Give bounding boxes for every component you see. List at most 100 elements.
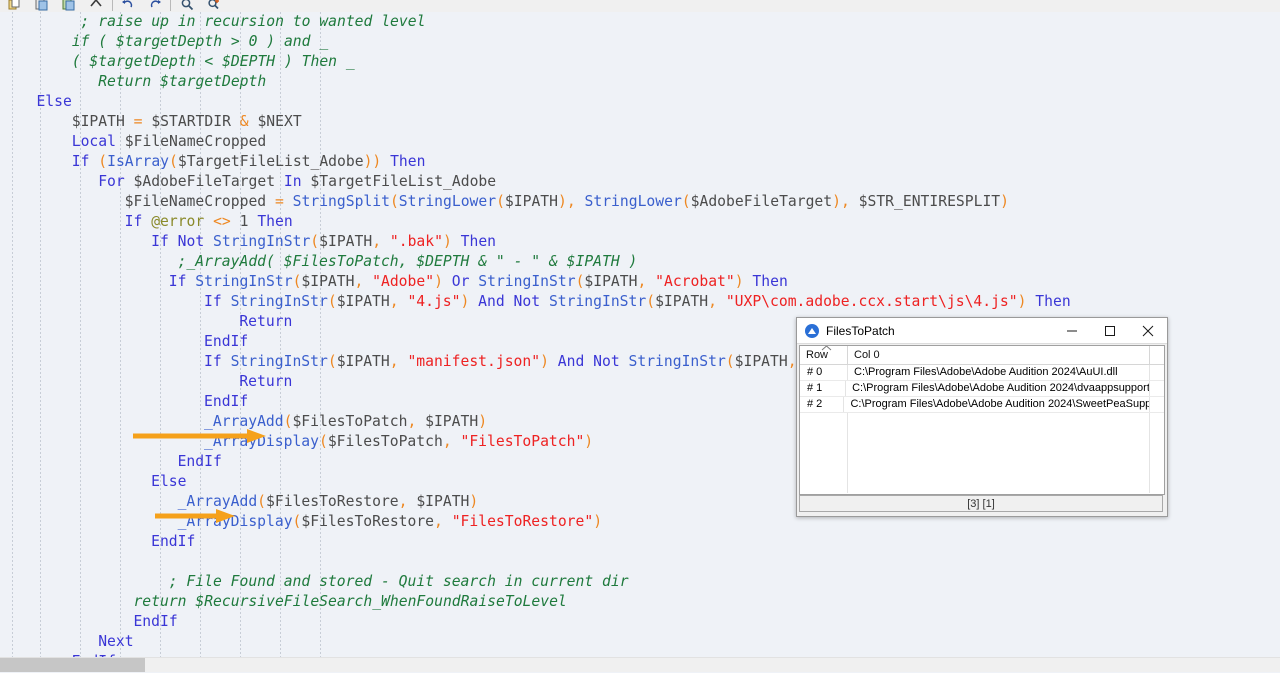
minimize-button[interactable] — [1053, 318, 1091, 343]
cell-col0-value: C:\Program Files\Adobe\Adobe Audition 20… — [844, 397, 1150, 412]
code-token: $FileNameCropped — [115, 133, 267, 150]
code-token: = — [274, 193, 284, 210]
code-line: EndIf — [0, 612, 1097, 632]
code-line: Return $targetDepth — [0, 72, 1097, 92]
array-display-dialog[interactable]: FilesToPatch Row Col 0 # 0 C:\Program Fi… — [796, 317, 1168, 517]
code-token: StringLower — [398, 193, 497, 210]
listview-header[interactable]: Row Col 0 — [800, 346, 1164, 365]
undo-icon[interactable] — [121, 0, 135, 12]
code-token: $FilesToRestore — [301, 513, 435, 530]
cell-row-index: # 0 — [800, 365, 848, 380]
cell-col0-value: C:\Program Files\Adobe\Adobe Audition 20… — [846, 381, 1150, 396]
code-line: Local $FileNameCropped — [0, 132, 1097, 152]
find-next-icon[interactable] — [207, 0, 221, 12]
code-token: And Not — [469, 293, 549, 310]
arrow-files-to-restore — [155, 508, 235, 529]
dialog-status-text: [3] [1] — [967, 497, 995, 510]
code-token: Return — [239, 313, 293, 330]
code-token: $FileNameCropped — [124, 193, 275, 210]
screen: ; raise up in recursion to wanted level i… — [0, 0, 1280, 673]
code-token: If — [71, 153, 90, 170]
code-token: , — [389, 293, 408, 310]
code-token: ".bak" — [389, 233, 443, 250]
header-filler — [1150, 346, 1164, 364]
code-token: And Not — [548, 353, 629, 370]
code-token: if — [71, 33, 90, 50]
code-token: , — [434, 513, 452, 530]
code-token: ; raise up in recursion to wanted level — [80, 13, 426, 30]
dialog-titlebar[interactable]: FilesToPatch — [797, 318, 1167, 344]
code-token: $AdobeFileTarget — [690, 193, 833, 210]
code-token: ) — [469, 493, 479, 510]
horizontal-scrollbar[interactable] — [0, 657, 1280, 672]
cell-row-index: # 2 — [800, 397, 845, 412]
code-token: Local — [71, 133, 116, 150]
code-token: ) — [584, 433, 594, 450]
code-token: ( — [646, 293, 656, 310]
code-token: $IPATH — [734, 353, 788, 370]
code-token: $NEXT — [248, 113, 302, 130]
code-line: Else — [0, 92, 1097, 112]
collapse-icon[interactable] — [89, 0, 103, 12]
code-token: $FilesToRestore — [266, 493, 399, 510]
code-token: If — [124, 213, 143, 230]
paste-special-icon[interactable] — [62, 0, 76, 12]
cell-filler — [1150, 397, 1164, 412]
code-token: If Not — [151, 233, 205, 250]
code-token: "Acrobat" — [655, 273, 735, 290]
cell-filler — [1150, 365, 1164, 380]
code-token: , — [637, 273, 656, 290]
code-line: $IPATH = $STARTDIR & $NEXT — [0, 112, 1097, 132]
code-token: , — [372, 233, 390, 250]
code-line: For $AdobeFileTarget In $TargetFileList_… — [0, 172, 1097, 192]
code-token: ) — [734, 273, 744, 290]
find-icon[interactable] — [180, 0, 194, 12]
code-line: Next — [0, 632, 1097, 652]
code-token: $TargetFileList_Adobe — [177, 153, 364, 170]
code-token: EndIf — [204, 393, 249, 410]
code-token: & — [239, 113, 249, 130]
code-token: ( — [327, 353, 337, 370]
code-token: $IPATH — [336, 293, 390, 310]
paste-icon[interactable] — [35, 0, 49, 12]
code-token: EndIf — [133, 613, 178, 630]
copy-icon[interactable] — [8, 0, 22, 12]
minimize-icon — [1067, 330, 1077, 331]
code-line: ; File Found and stored - Quit search in… — [0, 572, 1097, 592]
code-token: , — [442, 433, 461, 450]
arrow-files-to-patch — [133, 428, 266, 449]
code-token: return $RecursiveFileSearch_WhenFoundRai… — [133, 593, 567, 610]
code-token: "FilesToRestore" — [451, 513, 594, 530]
cell-filler — [1150, 381, 1164, 396]
table-row[interactable]: # 2 C:\Program Files\Adobe\Adobe Audition… — [800, 397, 1164, 413]
redo-icon[interactable] — [148, 0, 162, 12]
maximize-button[interactable] — [1091, 318, 1129, 343]
code-token: Else — [36, 93, 72, 110]
horizontal-scrollbar-thumb[interactable] — [0, 658, 145, 672]
close-button[interactable] — [1129, 318, 1167, 343]
close-icon — [1142, 325, 1154, 336]
code-token: ), — [832, 193, 850, 210]
code-token: $STR_ENTIRESPLIT — [849, 193, 1001, 210]
table-row[interactable]: # 1 C:\Program Files\Adobe\Adobe Audition… — [800, 381, 1164, 397]
code-token: )) — [363, 153, 382, 170]
column-header-col0[interactable]: Col 0 — [848, 346, 1150, 364]
code-token: "4.js" — [407, 293, 461, 310]
listview-empty-area — [800, 413, 1164, 493]
toolbar-separator-2 — [170, 0, 172, 11]
code-token: ) — [442, 233, 452, 250]
code-token: $STARTDIR — [142, 113, 240, 130]
column-header-row[interactable]: Row — [800, 346, 848, 364]
code-token: StringInStr — [548, 293, 647, 310]
listview-rows[interactable]: # 0 C:\Program Files\Adobe\Adobe Audition… — [800, 365, 1164, 413]
code-token: Then — [257, 213, 293, 230]
code-token: ( — [389, 193, 399, 210]
dialog-listview[interactable]: Row Col 0 # 0 C:\Program Files\Adobe\Adob… — [799, 345, 1165, 495]
code-token: EndIf — [177, 453, 222, 470]
table-row[interactable]: # 0 C:\Program Files\Adobe\Adobe Audition… — [800, 365, 1164, 381]
cell-row-index: # 1 — [800, 381, 847, 396]
